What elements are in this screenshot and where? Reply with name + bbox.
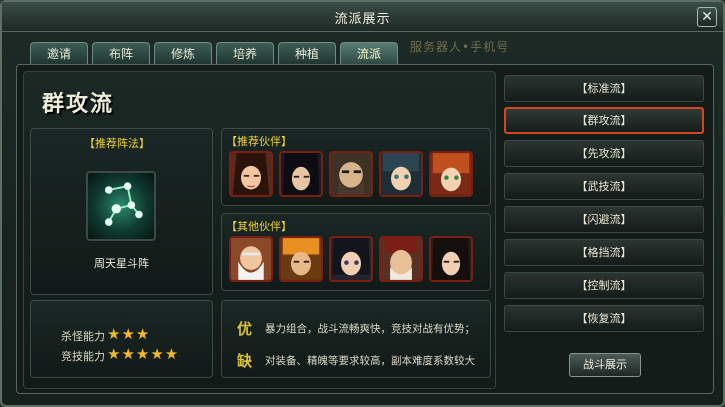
tab-plant[interactable]: 种植: [278, 42, 336, 65]
formation-icon[interactable]: [86, 171, 156, 241]
rating-row-arena: 竞技能力 ★★★★★: [61, 345, 178, 364]
partner-avatar[interactable]: [279, 151, 323, 197]
style-title: 群攻流: [42, 91, 115, 117]
rating-row-monster: 杀怪能力 ★★★: [61, 325, 149, 344]
title-bar: 流派展示 ✕: [2, 2, 723, 32]
partner-avatar[interactable]: [329, 151, 373, 197]
star-rating: ★★★: [107, 325, 151, 343]
formation-name: 周天星斗阵: [94, 257, 149, 270]
cons-icon: 缺: [237, 352, 253, 370]
background-text: 服务器人•手机号: [410, 40, 510, 54]
tab-invite[interactable]: 邀请: [30, 42, 88, 65]
style-item-recovery[interactable]: 【恢复流】: [504, 305, 704, 332]
partner-avatar[interactable]: [379, 151, 423, 197]
partner-avatar[interactable]: [379, 236, 423, 282]
style-item-control[interactable]: 【控制流】: [504, 272, 704, 299]
style-detail-pane: 群攻流 【推荐阵法】 周天星斗阵 杀怪能力 ★★★ 竞技能力 ★★★★★ 【推荐…: [23, 71, 496, 389]
window-title: 流派展示: [334, 12, 391, 27]
rating-label: 杀怪能力: [61, 330, 105, 343]
tab-formation[interactable]: 布阵: [92, 42, 150, 65]
style-item-skill[interactable]: 【武技流】: [504, 173, 704, 200]
style-item-aoe[interactable]: 【群攻流】: [504, 107, 704, 134]
ratings-box: 杀怪能力 ★★★ 竞技能力 ★★★★★: [30, 300, 213, 378]
star-rating: ★★★★★: [107, 345, 180, 363]
partner-avatar[interactable]: [429, 151, 473, 197]
partner-avatar[interactable]: [229, 151, 273, 197]
cons-text: 对装备、精魄等要求较高，副本难度系数较大: [265, 355, 475, 367]
partner-avatar[interactable]: [429, 236, 473, 282]
partner-avatar[interactable]: [279, 236, 323, 282]
formation-box: 【推荐阵法】 周天星斗阵: [30, 128, 213, 295]
pros-text: 暴力组合，战斗流畅爽快，竞技对战有优势；: [265, 323, 475, 335]
style-item-dodge[interactable]: 【闪避流】: [504, 206, 704, 233]
style-item-standard[interactable]: 【标准流】: [504, 75, 704, 102]
rating-label: 竞技能力: [61, 350, 105, 363]
battle-display-button[interactable]: 战斗展示: [569, 353, 641, 377]
content-panel: 群攻流 【推荐阵法】 周天星斗阵 杀怪能力 ★★★ 竞技能力 ★★★★★ 【推荐…: [16, 64, 714, 394]
tab-cultivate[interactable]: 修炼: [154, 42, 212, 65]
partner-avatar[interactable]: [329, 236, 373, 282]
partner-avatar[interactable]: [229, 236, 273, 282]
close-icon[interactable]: ✕: [697, 7, 717, 27]
description-box: 优 暴力组合，战斗流畅爽快，竞技对战有优势； 缺 对装备、精魄等要求较高，副本难…: [221, 300, 491, 378]
tab-style[interactable]: 流派: [340, 42, 398, 65]
pros-icon: 优: [237, 320, 253, 338]
other-partners-box: 【其他伙伴】: [221, 213, 491, 291]
style-item-block[interactable]: 【格挡流】: [504, 239, 704, 266]
other-partners-label: 【其他伙伴】: [226, 220, 292, 233]
tab-train[interactable]: 培养: [216, 42, 274, 65]
style-item-initiative[interactable]: 【先攻流】: [504, 140, 704, 167]
recommended-partners-label: 【推荐伙伴】: [226, 135, 292, 148]
formation-label: 【推荐阵法】: [84, 137, 150, 150]
style-display-window: 流派展示 ✕ 邀请 布阵 修炼 培养 种植 流派 服务器人•手机号 群攻流 【推…: [0, 0, 725, 407]
recommended-partners-box: 【推荐伙伴】: [221, 128, 491, 206]
